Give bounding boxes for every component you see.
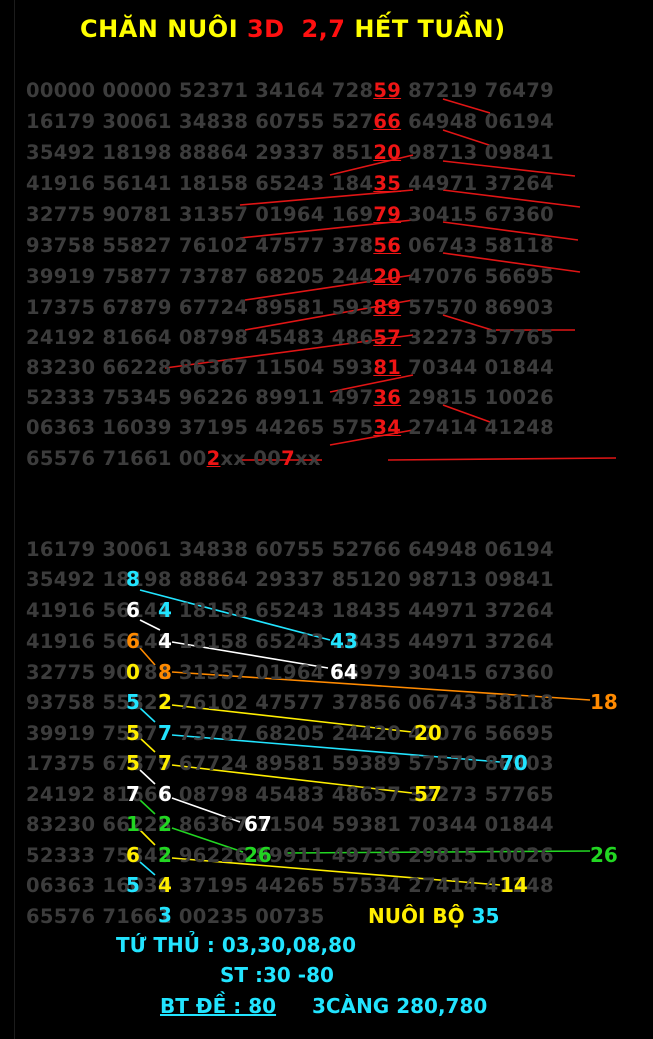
annotation-number: 14 — [500, 873, 528, 897]
table-row: 16179 30061 34838 60755 52766 64948 0619… — [26, 538, 554, 561]
table-row: 41916 56141 18158 65243 18435 44971 3726… — [26, 630, 554, 653]
annotation-digit: 5 — [126, 721, 140, 745]
table-row: 41916 56141 18158 65243 18435 44971 3726… — [26, 599, 554, 622]
annotation-digit: 3 — [158, 903, 172, 927]
annotation-digit: 2 — [158, 812, 172, 836]
table-row: 24192 81664 08798 45483 48657 32273 5776… — [26, 326, 554, 349]
annotation-number: 18 — [590, 690, 618, 714]
table-row: 93758 55827 76102 47577 37856 06743 5811… — [26, 234, 554, 257]
ba-cang-line: 3CÀNG 280,780 — [312, 994, 488, 1018]
annotation-digit: 5 — [126, 690, 140, 714]
annotation-digit: 6 — [126, 598, 140, 622]
annotation-digit: 6 — [126, 629, 140, 653]
annotation-digit: 7 — [158, 751, 172, 775]
annotation-digit: 2 — [158, 843, 172, 867]
table-row: 00000 00000 52371 34164 72859 87219 7647… — [26, 79, 554, 102]
nuoi-bo-label: NUÔI BỘ — [368, 904, 465, 928]
annotation-digit: 1 — [126, 812, 140, 836]
annotation-digit: 6 — [158, 782, 172, 806]
annotation-digit: 5 — [126, 751, 140, 775]
table-row: 17375 67879 67724 89581 59389 57570 8690… — [26, 752, 554, 775]
annotation-number: 26 — [244, 843, 272, 867]
annotation-digit: 7 — [158, 721, 172, 745]
annotation-number: 43 — [330, 629, 358, 653]
annotation-digit: 2 — [158, 690, 172, 714]
table-row: 35492 18198 88864 29337 85120 98713 0984… — [26, 568, 554, 591]
tu-thu-line: TỨ THỦ : 03,30,08,80 — [116, 933, 356, 957]
table-row: 39919 75877 73787 68205 24420 47076 5669… — [26, 722, 554, 745]
table-row: 93758 55827 76102 47577 37856 06743 5811… — [26, 691, 554, 714]
table-row: 83230 66228 86367 11504 59381 70344 0184… — [26, 356, 554, 379]
table-row: 06363 16039 37195 44265 57534 27414 4124… — [26, 874, 554, 897]
annotation-digit: 8 — [158, 660, 172, 684]
annotation-digit: 5 — [126, 873, 140, 897]
nuoi-bo-line: NUÔI BỘ 35 — [368, 904, 499, 928]
annotation-digit: 7 — [126, 782, 140, 806]
table-row: 32775 90781 31357 01964 16979 30415 6736… — [26, 203, 554, 226]
table-row: 06363 16039 37195 44265 57534 27414 4124… — [26, 416, 554, 439]
table-row: 32775 90781 31357 01964 16979 30415 6736… — [26, 661, 554, 684]
annotation-digit: 8 — [126, 567, 140, 591]
annotation-digit: 0 — [126, 660, 140, 684]
table-row: 39919 75877 73787 68205 24420 47076 5669… — [26, 265, 554, 288]
table-row: 52333 75345 96226 89911 49736 29815 1002… — [26, 844, 554, 867]
annotation-number: 26 — [590, 843, 618, 867]
annotation-digit: 4 — [158, 873, 172, 897]
annotation-digit: 6 — [126, 843, 140, 867]
annotation-number: 20 — [414, 721, 442, 745]
table-row: 35492 18198 88864 29337 85120 98713 0984… — [26, 141, 554, 164]
table-row-last: 65576 71661 002xx 007xx — [26, 447, 321, 470]
table-row: 17375 67879 67724 89581 59389 57570 8690… — [26, 296, 554, 319]
annotation-digit: 4 — [158, 598, 172, 622]
annotation-number: 64 — [330, 660, 358, 684]
nuoi-bo-value: 35 — [471, 904, 500, 928]
table-row: 83230 66228 86367 11504 59381 70344 0184… — [26, 813, 554, 836]
table-row: 41916 56141 18158 65243 18435 44971 3726… — [26, 172, 554, 195]
annotation-number: 57 — [414, 782, 442, 806]
annotation-number: 67 — [244, 812, 272, 836]
table-row: 52333 75345 96226 89911 49736 29815 1002… — [26, 386, 554, 409]
annotation-number: 70 — [500, 751, 528, 775]
st-line: ST :30 -80 — [220, 963, 334, 987]
bt-de-line: BT ĐỀ : 80 — [160, 994, 277, 1018]
table-row: 24192 81664 08798 45483 48657 32273 5776… — [26, 783, 554, 806]
table-row-last: 65576 71661 00235 00735 — [26, 905, 325, 928]
annotation-digit: 4 — [158, 629, 172, 653]
table-row: 16179 30061 34838 60755 52766 64948 0619… — [26, 110, 554, 133]
